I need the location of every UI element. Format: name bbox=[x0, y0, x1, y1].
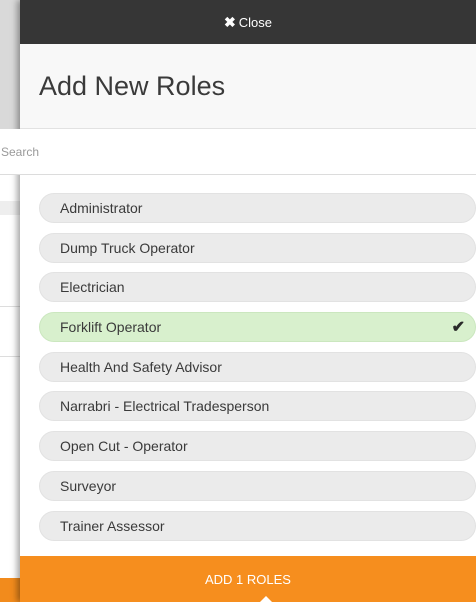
role-item[interactable]: Health And Safety Advisor bbox=[39, 351, 476, 382]
role-label: Administrator bbox=[60, 200, 143, 216]
role-item[interactable]: Administrator bbox=[39, 193, 476, 223]
role-item[interactable]: Trainer Assessor bbox=[39, 510, 476, 541]
role-label: Electrician bbox=[60, 279, 125, 296]
role-item[interactable]: Open Cut - Operator bbox=[39, 431, 476, 462]
close-label: Close bbox=[238, 14, 272, 30]
close-button[interactable]: ✖ Close bbox=[20, 0, 476, 44]
caret-up-icon bbox=[260, 596, 272, 602]
modal-header: Add New Roles bbox=[20, 44, 476, 129]
checkmark-icon: ✔ bbox=[451, 319, 465, 337]
add-roles-button[interactable]: ADD 1 ROLES bbox=[20, 556, 476, 602]
role-item[interactable]: Forklift Operator ✔ bbox=[39, 312, 476, 343]
modal-title: Add New Roles bbox=[39, 70, 226, 101]
role-item[interactable]: Dump Truck Operator bbox=[39, 232, 476, 263]
role-label: Dump Truck Operator bbox=[60, 239, 195, 256]
role-item[interactable]: Electrician bbox=[39, 272, 476, 303]
role-label: Surveyor bbox=[60, 477, 117, 494]
role-item[interactable]: Surveyor bbox=[39, 470, 476, 501]
role-item[interactable]: Narrabri - Electrical Tradesperson bbox=[39, 391, 476, 422]
add-roles-modal: ✖ Close Add New Roles Administrator Dump… bbox=[0, 0, 476, 602]
add-roles-label: ADD 1 ROLES bbox=[205, 571, 291, 587]
role-label: Forklift Operator bbox=[60, 319, 162, 336]
close-x-icon: ✖ bbox=[224, 13, 236, 30]
search-input[interactable] bbox=[0, 129, 476, 175]
roles-list: Administrator Dump Truck Operator Electr… bbox=[39, 193, 476, 550]
role-label: Narrabri - Electrical Tradesperson bbox=[60, 398, 270, 415]
role-label: Trainer Assessor bbox=[60, 517, 165, 534]
role-label: Health And Safety Advisor bbox=[60, 358, 222, 375]
search-container bbox=[0, 129, 476, 177]
role-label: Open Cut - Operator bbox=[60, 438, 188, 455]
